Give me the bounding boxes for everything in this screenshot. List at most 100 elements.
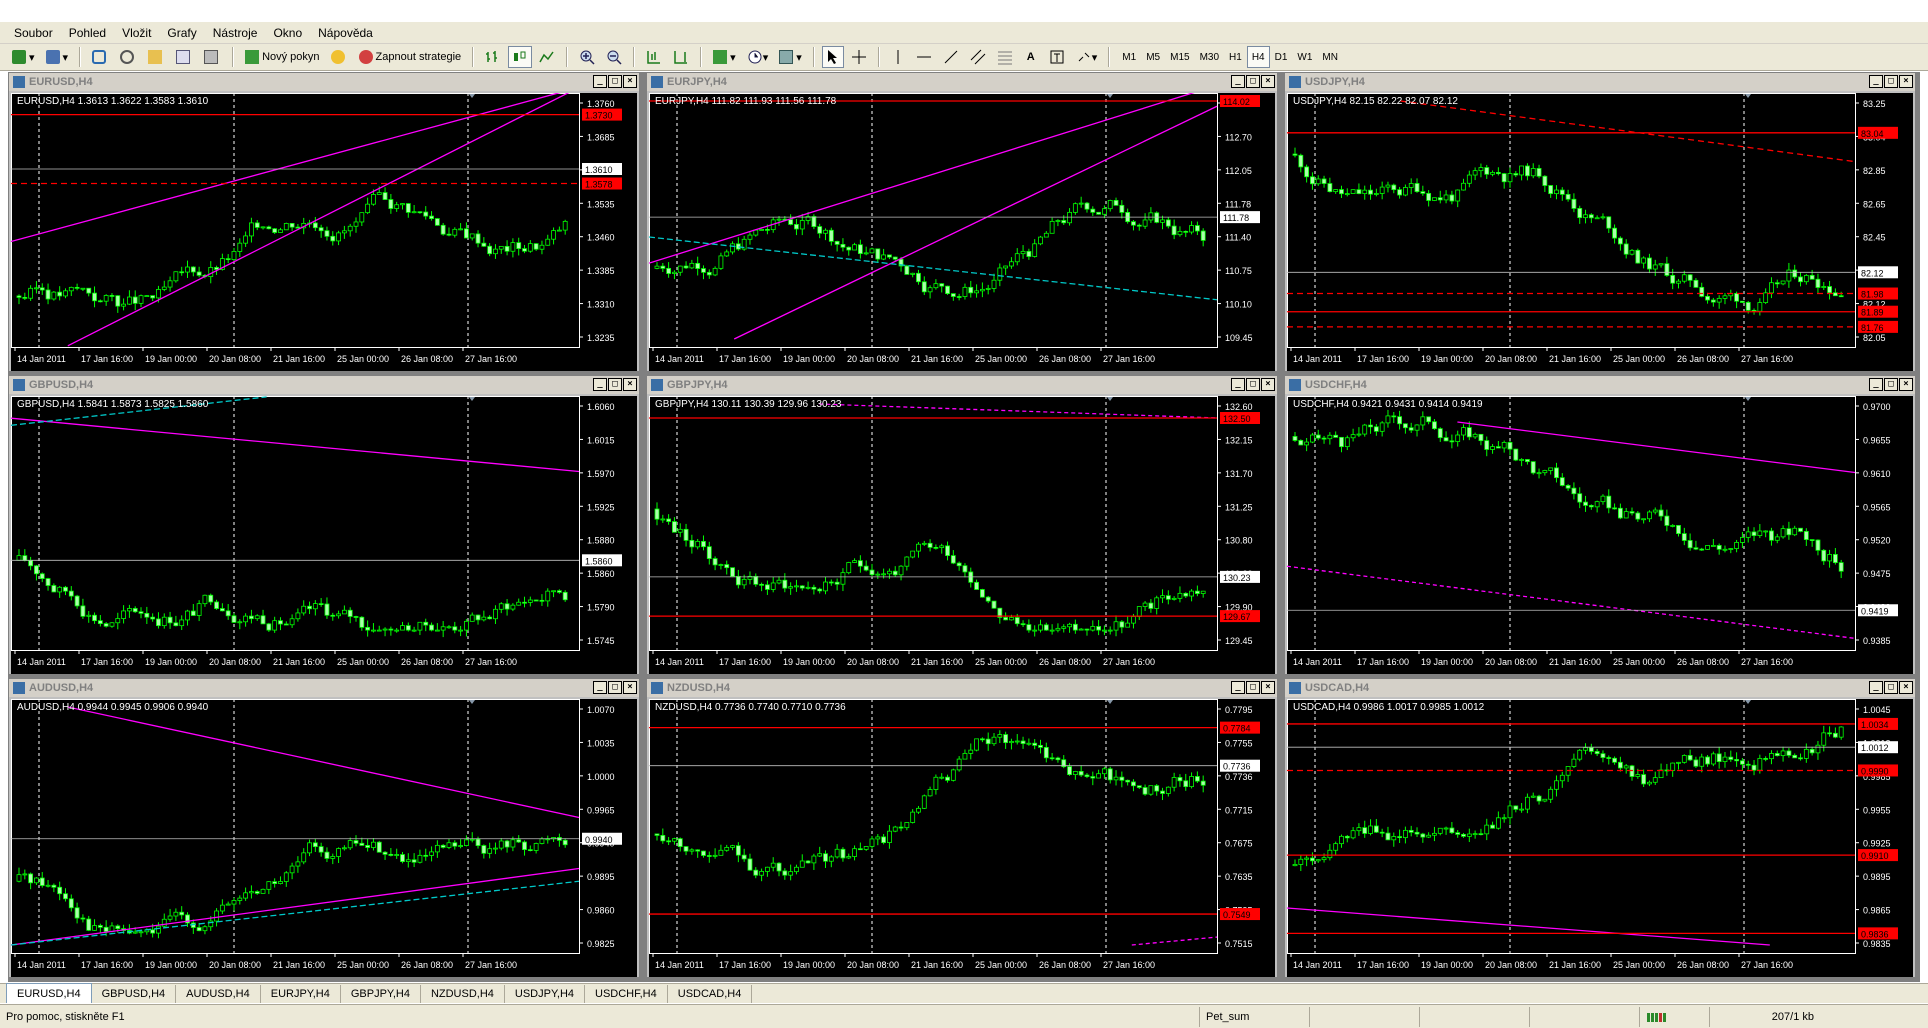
channel-button[interactable] — [966, 46, 990, 68]
indicators-button[interactable]: ▾ — [709, 46, 740, 68]
trendline-button[interactable] — [939, 46, 963, 68]
chart-window-eurusd[interactable]: EURUSD,H4 _□× 1.3760 1.3685 1.3610 1.3535 1.34… — [8, 72, 640, 372]
profiles-button[interactable]: ▾ — [42, 46, 73, 68]
price-chart[interactable]: 1.6060 1.6015 1.5970 1.5925 1.5880 1.5860 1.57… — [11, 396, 637, 674]
minimize-button[interactable]: _ — [593, 681, 607, 694]
dashed-trendline[interactable] — [1287, 565, 1856, 640]
timeframe-m15[interactable]: M15 — [1165, 46, 1194, 68]
menu-nástroje[interactable]: Nástroje — [205, 24, 266, 42]
timeframe-h1[interactable]: H1 — [1224, 46, 1247, 68]
templates-button[interactable]: ▾ — [775, 46, 806, 68]
timeframe-d1[interactable]: D1 — [1270, 46, 1293, 68]
close-button[interactable]: × — [1899, 681, 1913, 694]
chart-shift-marker[interactable] — [1745, 94, 1751, 98]
tab-eurjpy[interactable]: EURJPY,H4 — [261, 985, 341, 1003]
chart-shift-marker[interactable] — [469, 700, 475, 704]
minimize-button[interactable]: _ — [1869, 75, 1883, 88]
close-button[interactable]: × — [1899, 378, 1913, 391]
chart-window-eurjpy[interactable]: EURJPY,H4_□×113.35112.70112.05111.78111.… — [646, 72, 1278, 372]
timeframe-m1[interactable]: M1 — [1117, 46, 1141, 68]
chart-titlebar[interactable]: USDCAD,H4 _ □ × — [1285, 679, 1915, 697]
chart-titlebar[interactable]: GBPJPY,H4 _ □ × — [647, 376, 1277, 394]
chart-window-gbpusd[interactable]: GBPUSD,H4 _ □ × 1.6060 1.6015 1.5970 1.5925 1.58… — [8, 375, 640, 675]
tab-audusd[interactable]: AUDUSD,H4 — [176, 985, 261, 1003]
autoscroll-button[interactable] — [642, 46, 666, 68]
chart-shift-marker[interactable] — [1745, 700, 1751, 704]
minimize-button[interactable]: _ — [1231, 378, 1245, 391]
crosshair-button[interactable] — [847, 46, 871, 68]
vertical-line-button[interactable] — [887, 46, 909, 68]
menu-vložit[interactable]: Vložit — [114, 24, 159, 42]
folder-icon[interactable] — [144, 46, 169, 68]
chart-titlebar[interactable]: USDCHF,H4 _ □ × — [1285, 376, 1915, 394]
chart-window-usdjpy[interactable]: USDJPY,H4 _□× 83.25 83.04 82.85 82.65 82.45 82.… — [1284, 72, 1916, 372]
cyan-trendline[interactable] — [649, 236, 1218, 301]
trendline[interactable] — [11, 93, 579, 243]
chart-titlebar[interactable]: EURUSD,H4 _ □ × — [9, 73, 639, 91]
close-button[interactable]: × — [1261, 378, 1275, 391]
bar-chart-button[interactable] — [481, 46, 505, 68]
fibo-button[interactable] — [993, 46, 1017, 68]
red-dashed-trendline[interactable] — [1400, 100, 1856, 163]
line-chart-button[interactable] — [535, 46, 559, 68]
price-chart[interactable]: 1.0070 1.0035 1.0000 0.9965 0.9940 0.9895 0.98… — [11, 699, 637, 977]
new-chart-button[interactable]: ▾ — [8, 46, 39, 68]
close-button[interactable]: × — [1261, 681, 1275, 694]
chart-window-usdchf[interactable]: USDCHF,H4 _ □ × 0.9700 0.9655 0.9610 0.9565 0.95… — [1284, 375, 1916, 675]
price-chart[interactable]: 0.7795 0.7755 0.7736 0.7715 0.7675 0.7635 0.75… — [649, 699, 1275, 977]
horizontal-line-button[interactable] — [912, 46, 936, 68]
new-order-button[interactable]: Nový pokyn — [241, 46, 323, 68]
chart-shift-marker[interactable] — [1107, 700, 1113, 704]
minimize-button[interactable]: _ — [1869, 681, 1883, 694]
metaeditor-button[interactable] — [327, 46, 352, 68]
menu-pohled[interactable]: Pohled — [61, 24, 114, 42]
close-button[interactable]: × — [623, 75, 637, 88]
chart-titlebar[interactable]: EURJPY,H4 _ □ × — [647, 73, 1277, 91]
timeframe-mn[interactable]: MN — [1317, 46, 1343, 68]
label-button[interactable] — [1045, 46, 1069, 68]
minimize-button[interactable]: _ — [1869, 378, 1883, 391]
trendline[interactable] — [649, 93, 1217, 264]
price-chart[interactable]: 0.9700 0.9655 0.9610 0.9565 0.9520 0.9475 0.94… — [1287, 396, 1913, 674]
maximize-button[interactable]: □ — [1884, 75, 1898, 88]
close-button[interactable]: × — [1899, 75, 1913, 88]
trendline[interactable] — [11, 417, 580, 473]
tab-usdcad[interactable]: USDCAD,H4 — [668, 985, 753, 1003]
periods-button[interactable]: ▾ — [743, 46, 773, 68]
timeframe-w1[interactable]: W1 — [1292, 46, 1317, 68]
chart-shift-marker[interactable] — [1745, 397, 1751, 401]
maximize-button[interactable]: □ — [1884, 378, 1898, 391]
close-button[interactable]: × — [1261, 75, 1275, 88]
close-button[interactable]: × — [623, 378, 637, 391]
price-chart[interactable]: 83.2583.0482.8582.6582.4582.2582.1282.05… — [1287, 93, 1913, 371]
cyan-trendline[interactable] — [11, 880, 580, 946]
dashed-trendline[interactable] — [819, 403, 1218, 419]
timeframe-h4[interactable]: H4 — [1246, 46, 1270, 68]
maximize-button[interactable]: □ — [608, 75, 622, 88]
minimize-button[interactable]: _ — [593, 378, 607, 391]
chart-titlebar[interactable]: GBPUSD,H4 _ □ × — [9, 376, 639, 394]
maximize-button[interactable]: □ — [1246, 75, 1260, 88]
maximize-button[interactable]: □ — [1884, 681, 1898, 694]
chart-window-audusd[interactable]: AUDUSD,H4 _□× 1.0070 1.0035 1.0000 0.9965 0.99… — [8, 678, 640, 978]
timeframe-m30[interactable]: M30 — [1195, 46, 1224, 68]
tab-gbpjpy[interactable]: GBPJPY,H4 — [341, 985, 421, 1003]
chart-shift-button[interactable] — [669, 46, 693, 68]
chart-shift-marker[interactable] — [469, 397, 475, 401]
minimize-button[interactable]: _ — [1231, 75, 1245, 88]
trendline[interactable] — [11, 867, 580, 946]
chart-shift-marker[interactable] — [469, 94, 475, 98]
chart-window-usdcad[interactable]: USDCAD,H4_□×1.00451.00120.99850.99550.99… — [1284, 678, 1916, 978]
maximize-button[interactable]: □ — [608, 681, 622, 694]
price-chart[interactable]: 132.60 132.15 131.70 131.25 130.80 130.23 129.… — [649, 396, 1275, 674]
text-button[interactable]: A — [1020, 46, 1042, 68]
menu-okno[interactable]: Okno — [265, 24, 310, 42]
chart-window-gbpjpy[interactable]: GBPJPY,H4 _ □ × 132.60 132.15 131.70 131.25 130.… — [646, 375, 1278, 675]
dashed-trendline[interactable] — [1131, 936, 1218, 946]
chart-titlebar[interactable]: AUDUSD,H4 _ □ × — [9, 679, 639, 697]
chart-titlebar[interactable]: NZDUSD,H4 _ □ × — [647, 679, 1277, 697]
zoom-in-button[interactable] — [575, 46, 599, 68]
minimize-button[interactable]: _ — [593, 75, 607, 88]
navigator-button[interactable] — [116, 46, 141, 68]
maximize-button[interactable]: □ — [1246, 378, 1260, 391]
